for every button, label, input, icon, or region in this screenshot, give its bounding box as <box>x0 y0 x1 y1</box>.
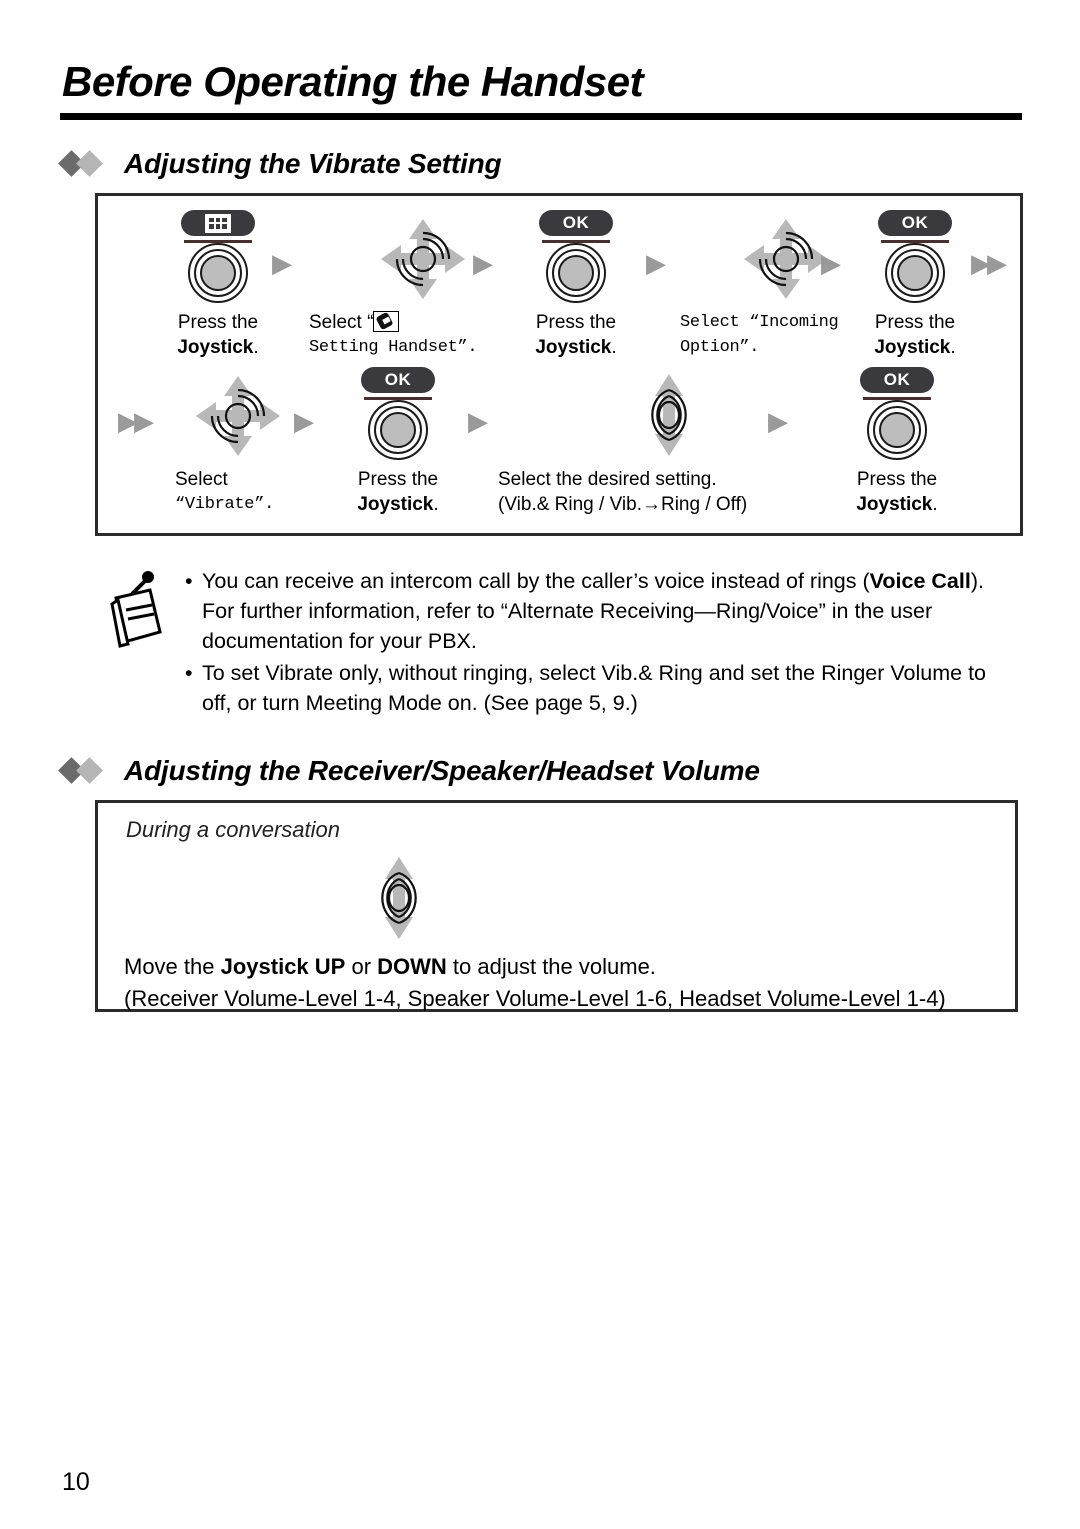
step-press-joystick-1: Press the Joystick. <box>153 209 283 360</box>
volume-adjust-box: During a conversation Move the Joystick … <box>95 800 1018 1012</box>
joystick-4way-icon <box>380 219 465 299</box>
section-heading-vibrate: Adjusting the Vibrate Setting <box>58 148 502 180</box>
flow-wrap-arrow-icon: ▶▶ <box>118 406 154 436</box>
ok-key-label: OK <box>883 370 911 389</box>
flow-arrow-icon: ▶ <box>473 248 493 278</box>
step-label-line1: Press the <box>874 312 956 333</box>
step-label-joystick: Joystick <box>874 337 951 358</box>
step-label-period: . <box>950 337 956 358</box>
volume-box-caption: During a conversation <box>126 817 341 842</box>
section-heading-label: Adjusting the Vibrate Setting <box>124 148 502 179</box>
title-divider <box>60 112 1022 120</box>
ok-key-icon: OK <box>860 367 934 393</box>
ok-key-press-joystick-icon: OK <box>871 210 959 303</box>
diamond-bullet-icon <box>58 757 110 784</box>
step-press-joystick-4: OK Press the Joystick. <box>333 366 463 517</box>
joystick-press-icon <box>188 243 248 303</box>
step-label-line1: Press the <box>177 312 259 333</box>
step-label-joystick: Joystick <box>535 337 612 358</box>
flow-arrow-icon: ▶ <box>468 406 488 436</box>
ok-key-label: OK <box>562 213 590 232</box>
flow-wrap-arrow-icon: ▶▶ <box>971 248 1007 278</box>
document-page: Before Operating the Handset Adjusting t… <box>0 0 1080 1529</box>
section-heading-volume: Adjusting the Receiver/Speaker/Headset V… <box>58 755 760 787</box>
step-press-joystick-5: OK Press the Joystick. <box>832 366 962 517</box>
flow-arrow-icon: ▶ <box>768 406 788 436</box>
ok-key-label: OK <box>901 213 929 232</box>
step-label-select: Select <box>175 469 228 490</box>
step-press-joystick-2: OK Press the Joystick. <box>511 209 641 360</box>
step-label-period: . <box>433 494 439 515</box>
step-select-setting-handset: Select “ Setting Handset”. <box>305 209 540 360</box>
flow-arrow-icon: ▶ <box>272 248 292 278</box>
joystick-4way-icon <box>196 376 280 456</box>
chapter-title: Before Operating the Handset <box>62 58 644 105</box>
step-label-joystick: Joystick <box>856 494 933 515</box>
vol-seg-5: to adjust the volume. <box>446 954 656 979</box>
page-number: 10 <box>62 1468 90 1496</box>
volume-instruction-line2: (Receiver Volume-Level 1-4, Speaker Volu… <box>124 986 946 1011</box>
step-label-line1: Press the <box>357 469 439 490</box>
volume-instructions: Move the Joystick UP or DOWN to adjust t… <box>124 951 946 1015</box>
step-label-desired-options: (Vib.& Ring / Vib.→Ring / Off) <box>498 494 748 515</box>
handset-glyph-icon <box>373 311 400 332</box>
menu-key-icon <box>181 210 255 236</box>
note-memo-icon <box>110 571 162 648</box>
ok-key-press-joystick-icon: OK <box>532 210 620 303</box>
joystick-press-icon <box>546 243 606 303</box>
vol-seg-2: Joystick UP <box>220 954 346 979</box>
vol-seg-1: Move the <box>124 954 221 979</box>
joystick-4way-icon <box>743 219 828 299</box>
vibrate-procedure-box: Press the Joystick. ▶ Select “ Setting H… <box>95 193 1023 536</box>
ok-key-icon: OK <box>361 367 435 393</box>
note-seg-1b: Voice Call <box>869 569 971 593</box>
step-label-line1: Press the <box>856 469 938 490</box>
ok-key-icon: OK <box>539 210 613 236</box>
note-bullet-2: To set Vibrate only, without ringing, se… <box>185 658 1015 718</box>
vol-seg-3: or <box>345 954 378 979</box>
ok-key-press-joystick-icon: OK <box>354 367 442 460</box>
joystick-press-icon <box>368 400 428 460</box>
step-select-desired-setting: Select the desired setting. (Vib.& Ring … <box>496 366 841 517</box>
grid-glyph-icon <box>205 213 231 233</box>
step-label-period: . <box>253 337 259 358</box>
joystick-press-icon <box>885 243 945 303</box>
step-label-line1: Press the <box>535 312 617 333</box>
step-label-period: . <box>611 337 617 358</box>
ok-key-press-joystick-icon: OK <box>853 367 941 460</box>
ok-key-icon: OK <box>878 210 952 236</box>
diamond-bullet-icon <box>58 150 110 177</box>
step-label-joystick: Joystick <box>177 337 254 358</box>
step-select-vibrate: Select “Vibrate”. <box>173 366 303 517</box>
flow-arrow-icon: ▶ <box>821 248 841 278</box>
flow-arrow-icon: ▶ <box>294 406 314 436</box>
note-seg-2a: To set Vibrate only, without ringing, se… <box>202 661 987 715</box>
note-block: You can receive an intercom call by the … <box>185 566 1015 720</box>
flow-arrow-icon: ▶ <box>646 248 666 278</box>
step-label-desired-setting: Select the desired setting. <box>498 469 717 490</box>
note-seg-1a: You can receive an intercom call by the … <box>202 569 870 593</box>
step-press-joystick-3: OK Press the Joystick. <box>850 209 980 360</box>
volume-instruction-line1: Move the Joystick UP or DOWN to adjust t… <box>124 951 946 983</box>
section-heading-label: Adjusting the Receiver/Speaker/Headset V… <box>124 755 760 786</box>
ok-key-label: OK <box>384 370 412 389</box>
step-label-select: Select “ <box>309 312 374 333</box>
menu-key-press-joystick-icon <box>174 210 262 303</box>
step-label-setting-handset: Setting Handset”. <box>309 338 478 357</box>
joystick-updown-icon <box>381 857 417 939</box>
step-label-vibrate: “Vibrate”. <box>175 495 275 514</box>
joystick-updown-icon <box>650 374 687 456</box>
vol-seg-4: DOWN <box>377 954 447 979</box>
joystick-press-icon <box>867 400 927 460</box>
step-label-period: . <box>932 494 938 515</box>
note-bullet-1: You can receive an intercom call by the … <box>185 566 1015 656</box>
step-label-joystick: Joystick <box>357 494 434 515</box>
